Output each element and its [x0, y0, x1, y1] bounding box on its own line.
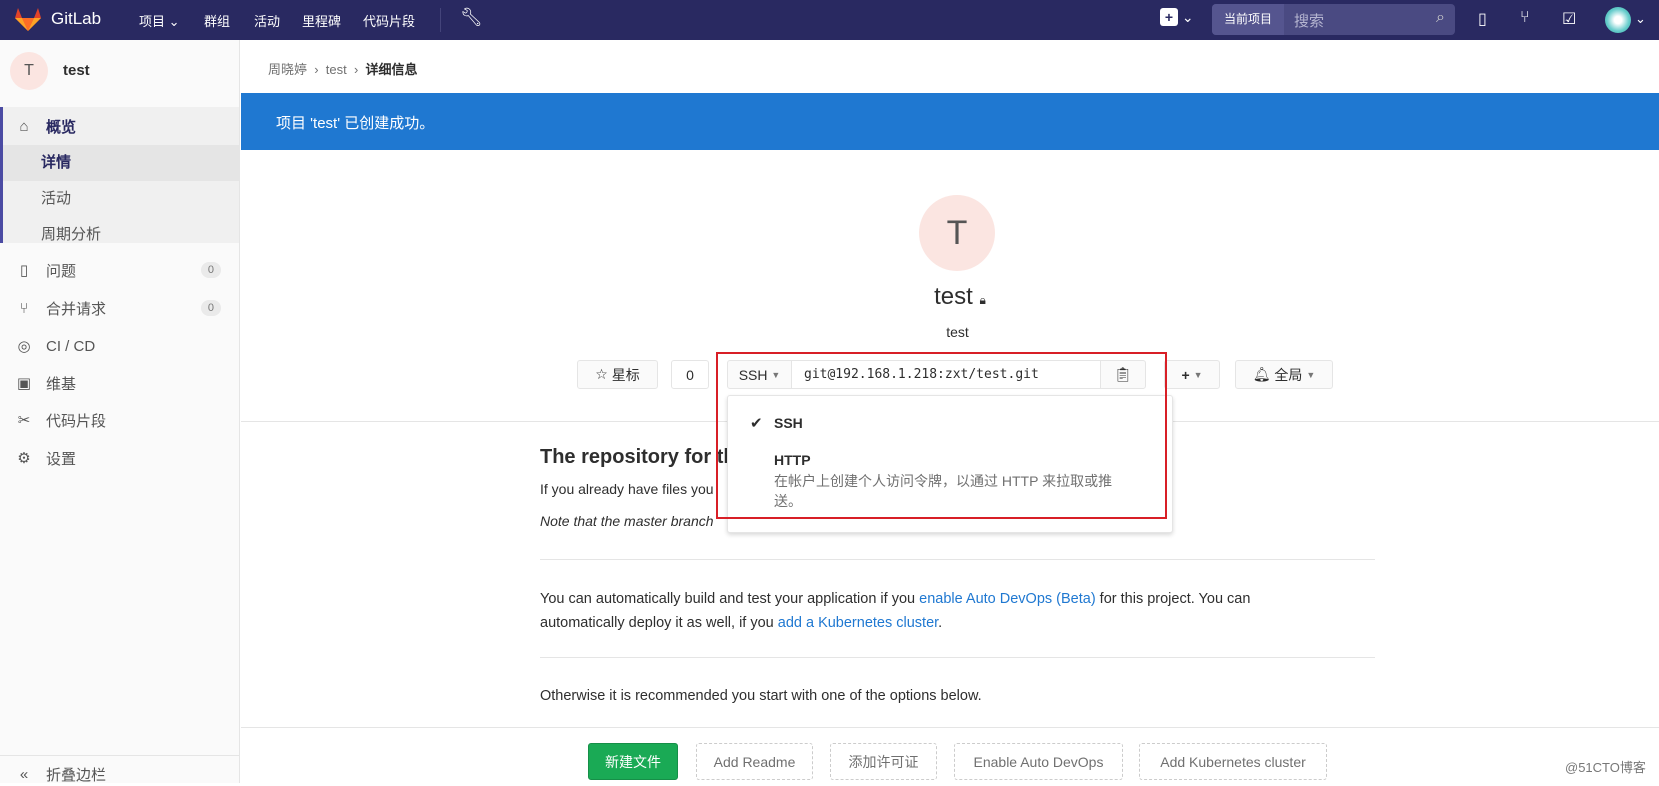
sidebar-item-issues[interactable]: ▯ 问题 0 — [0, 251, 239, 289]
notification-button[interactable]: 🔔︎ 全局 ▼ — [1235, 360, 1333, 389]
lock-icon: 🔒︎ — [979, 293, 986, 307]
add-dropdown-button[interactable]: + ▼ — [1164, 360, 1220, 389]
watermark: @51CTO博客 — [1565, 760, 1646, 775]
sidebar: T test ⌂ 概览 详情 活动 周期分析 ▯ 问题 0 ⑂ 合并请求 0 ◎ CI / … — [0, 40, 240, 786]
nav-divider — [440, 8, 441, 32]
nav-snippets[interactable]: 代码片段 — [363, 11, 415, 30]
highlight-box — [716, 352, 1167, 519]
sidebar-item-ci-cd[interactable]: ◎ CI / CD — [0, 327, 239, 365]
merge-requests-icon[interactable]: ⑂ — [1520, 9, 1530, 27]
flash-notice: 项目 'test' 已创建成功。 — [241, 93, 1659, 150]
new-file-button[interactable]: 新建文件 — [588, 743, 678, 780]
star-count[interactable]: 0 — [671, 360, 709, 389]
mr-count: 0 — [200, 300, 221, 316]
chevron-down-icon[interactable]: ⌄ — [1635, 11, 1646, 27]
breadcrumb-project[interactable]: test — [326, 62, 347, 77]
rocket-icon: ◎ — [17, 338, 31, 355]
collapse-sidebar-button[interactable]: «折叠边栏 — [0, 762, 239, 786]
top-navbar: GitLab 项目 ⌄ 群组 活动 里程碑 代码片段 🔧︎ + ⌄ 当前项目 搜… — [0, 0, 1659, 40]
enable-auto-devops-link[interactable]: enable Auto DevOps (Beta) — [919, 591, 1096, 607]
empty-repo-heading: The repository for th — [540, 446, 736, 468]
divider — [241, 727, 1659, 728]
project-description: test — [946, 324, 969, 340]
sidebar-item-settings[interactable]: ⚙ 设置 — [0, 439, 239, 477]
double-chevron-left-icon: « — [19, 765, 29, 783]
divider — [540, 657, 1375, 658]
merge-request-icon: ⑂ — [19, 299, 29, 317]
nav-projects[interactable]: 项目 ⌄ — [139, 11, 180, 30]
new-plus-icon[interactable]: + ⌄ — [1160, 8, 1194, 26]
scissors-icon: ✂ — [17, 412, 31, 429]
issues-icon[interactable]: ▯ — [1478, 9, 1487, 29]
project-avatar: T — [10, 52, 48, 90]
empty-repo-note: Note that the master branch — [540, 513, 714, 529]
sidebar-item-wiki[interactable]: ▣ 维基 — [0, 364, 239, 402]
add-license-button[interactable]: 添加许可证 — [830, 743, 937, 780]
home-icon: ⌂ — [19, 117, 29, 135]
nav-milestones[interactable]: 里程碑 — [302, 11, 341, 30]
project-avatar-large: T — [919, 195, 995, 271]
bell-icon: 🔔︎ — [1252, 366, 1271, 382]
divider — [540, 559, 1375, 560]
user-avatar[interactable] — [1605, 7, 1631, 33]
caret-down-icon: ▼ — [1193, 369, 1203, 380]
sidebar-item-overview[interactable]: ⌂ 概览 — [0, 107, 239, 145]
plus-icon: + — [1181, 366, 1190, 383]
search-scope[interactable]: 当前项目 — [1212, 4, 1284, 35]
breadcrumb: 周晓婷 › test › 详细信息 — [268, 62, 418, 77]
sidebar-sub-activity[interactable]: 活动 — [0, 181, 239, 217]
search-icon: ⌕ — [1436, 9, 1445, 26]
auto-devops-paragraph: You can automatically build and test you… — [540, 591, 1251, 631]
nav-groups[interactable]: 群组 — [204, 11, 230, 30]
sidebar-item-snippets[interactable]: ✂ 代码片段 — [0, 401, 239, 439]
project-title: test 🔒︎ — [934, 283, 986, 310]
add-kubernetes-button[interactable]: Add Kubernetes cluster — [1139, 743, 1327, 780]
search-input[interactable]: 搜索 — [1294, 10, 1324, 31]
caret-down-icon: ▼ — [1306, 369, 1316, 380]
sidebar-project-name[interactable]: test — [63, 62, 90, 79]
search-box[interactable]: 当前项目 搜索 ⌕ — [1212, 4, 1455, 35]
book-icon: ▣ — [16, 375, 32, 392]
brand-name[interactable]: GitLab — [51, 9, 101, 29]
empty-repo-line1: If you already have files you — [540, 481, 714, 497]
divider — [0, 755, 239, 756]
options-paragraph: Otherwise it is recommended you start wi… — [540, 688, 982, 704]
enable-auto-devops-button[interactable]: Enable Auto DevOps — [954, 743, 1123, 780]
gitlab-logo-icon[interactable] — [14, 6, 42, 32]
sidebar-sub-cycle-analytics[interactable]: 周期分析 — [0, 217, 239, 253]
admin-wrench-icon[interactable]: 🔧︎ — [460, 7, 483, 28]
sidebar-item-merge-requests[interactable]: ⑂ 合并请求 0 — [0, 289, 239, 327]
issues-icon: ▯ — [19, 262, 29, 279]
add-readme-button[interactable]: Add Readme — [696, 743, 813, 780]
sidebar-sub-details[interactable]: 详情 — [3, 145, 239, 181]
add-kubernetes-link[interactable]: add a Kubernetes cluster — [778, 615, 938, 631]
star-button[interactable]: ☆ 星标 — [577, 360, 658, 389]
issues-count: 0 — [200, 262, 221, 278]
todos-icon[interactable]: ☑ — [1562, 9, 1576, 29]
breadcrumb-user[interactable]: 周晓婷 — [268, 62, 307, 77]
breadcrumb-current[interactable]: 详细信息 — [366, 62, 418, 77]
gear-icon: ⚙ — [17, 450, 31, 467]
nav-activity[interactable]: 活动 — [254, 11, 280, 30]
star-icon: ☆ — [595, 366, 608, 382]
